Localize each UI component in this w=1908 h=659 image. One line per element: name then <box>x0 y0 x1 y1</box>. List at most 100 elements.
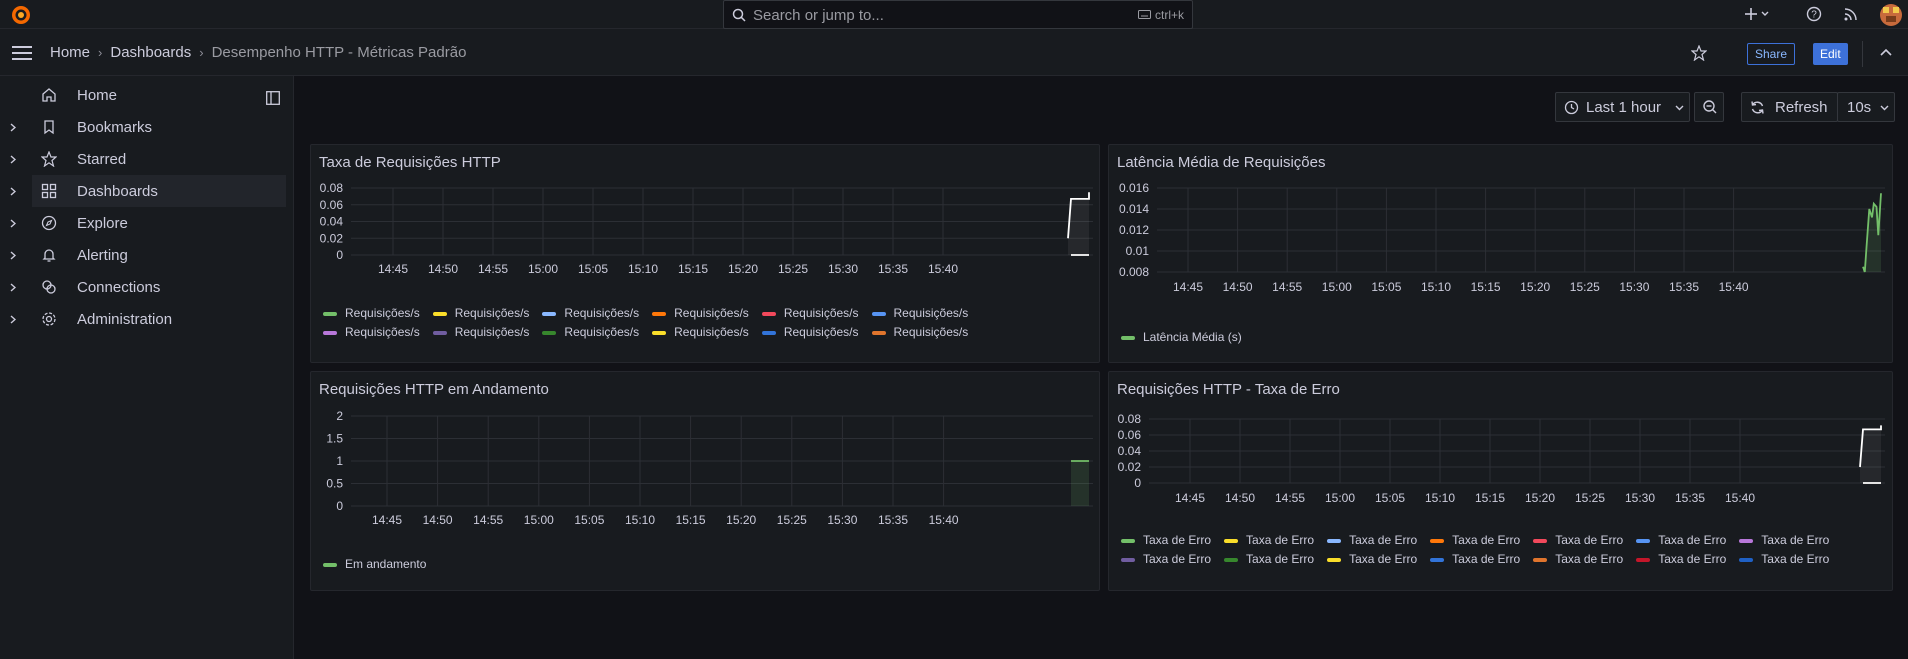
x-tick-label: 15:40 <box>928 262 958 276</box>
x-tick-label: 15:35 <box>1669 280 1699 294</box>
news-feed-icon[interactable] <box>1843 6 1859 22</box>
y-tick-label: 0 <box>336 248 343 262</box>
legend-label: Requisições/s <box>674 306 749 320</box>
legend-swatch <box>1533 538 1548 543</box>
sidebar-item-dashboards[interactable]: Dashboards <box>32 175 286 207</box>
chevron-right-icon[interactable] <box>10 219 16 228</box>
sidebar-item-administration[interactable]: Administration <box>0 303 294 335</box>
search-shortcut: ctrl+k <box>1137 8 1184 22</box>
user-avatar[interactable] <box>1880 4 1902 26</box>
refresh-label: Refresh <box>1775 99 1828 116</box>
legend-item[interactable]: Taxa de Erro <box>1121 533 1211 547</box>
legend-item[interactable]: Taxa de Erro <box>1121 552 1211 566</box>
sidebar-item-alerting[interactable]: Alerting <box>0 239 294 271</box>
legend-swatch <box>1739 557 1754 562</box>
chevron-right-icon[interactable] <box>10 251 16 260</box>
legend-item[interactable]: Taxa de Erro <box>1739 552 1829 566</box>
chevron-right-icon[interactable] <box>10 123 16 132</box>
legend-item[interactable]: Latência Média (s) <box>1121 330 1242 344</box>
sidebar-item-connections[interactable]: Connections <box>0 271 294 303</box>
x-tick-label: 14:45 <box>1175 491 1205 505</box>
chevron-right-icon[interactable] <box>10 283 16 292</box>
panel-request-rate[interactable]: Taxa de Requisições HTTP 0 0.02 0.04 0.06 0.… <box>310 144 1100 363</box>
help-icon[interactable]: ? <box>1806 6 1822 22</box>
y-tick-label: 0.016 <box>1119 181 1149 195</box>
legend-item[interactable]: Taxa de Erro <box>1430 533 1520 547</box>
share-button[interactable]: Share <box>1747 43 1796 65</box>
clock-icon <box>1564 100 1579 115</box>
legend-item[interactable]: Taxa de Erro <box>1533 552 1623 566</box>
panel-error-rate[interactable]: Requisições HTTP - Taxa de Erro 0 0.02 0.0… <box>1108 371 1893 591</box>
star-icon <box>41 151 57 167</box>
breadcrumb-dashboards[interactable]: Dashboards <box>110 44 191 61</box>
legend-item[interactable]: Taxa de Erro <box>1430 552 1520 566</box>
legend-item[interactable]: Taxa de Erro <box>1224 533 1314 547</box>
legend-item[interactable]: Taxa de Erro <box>1533 533 1623 547</box>
search-input[interactable]: Search or jump to... ctrl+k <box>723 0 1193 29</box>
grafana-logo-icon[interactable] <box>10 4 32 26</box>
y-tick-label: 0.06 <box>320 198 344 212</box>
avatar-icon <box>1883 7 1899 22</box>
sidebar-item-explore[interactable]: Explore <box>0 207 294 239</box>
chevron-right-icon[interactable] <box>10 187 16 196</box>
refresh-button[interactable]: Refresh <box>1741 92 1838 122</box>
legend-item[interactable]: Taxa de Erro <box>1327 552 1417 566</box>
sidebar-item-bookmarks[interactable]: Bookmarks <box>0 111 294 143</box>
legend-item[interactable]: Taxa de Erro <box>1327 533 1417 547</box>
mark-favorite-icon[interactable] <box>1691 45 1707 61</box>
chevron-right-icon[interactable] <box>10 315 16 324</box>
zoom-out-button[interactable] <box>1694 92 1724 122</box>
legend-item[interactable]: Taxa de Erro <box>1739 533 1829 547</box>
legend-item[interactable]: Requisições/s <box>323 325 420 339</box>
sidebar-item-home[interactable]: Home <box>0 79 294 111</box>
legend-item[interactable]: Requisições/s <box>871 325 968 339</box>
x-tick-label: 14:55 <box>478 262 508 276</box>
legend-item[interactable]: Taxa de Erro <box>1224 552 1314 566</box>
panel-avg-latency[interactable]: Latência Média de Requisições 0.008 0.01 0… <box>1108 144 1893 363</box>
x-tick-label: 14:50 <box>428 262 458 276</box>
y-tick-label: 2 <box>336 409 343 423</box>
chevron-right-icon[interactable] <box>10 155 16 164</box>
sidebar-item-label: Administration <box>77 311 173 328</box>
legend-item[interactable]: Requisições/s <box>761 325 859 339</box>
legend-item[interactable]: Requisições/s <box>432 306 529 320</box>
x-tick-label: 15:05 <box>574 513 604 527</box>
legend-item[interactable]: Requisições/s <box>871 306 968 320</box>
breadcrumb-home[interactable]: Home <box>50 44 90 61</box>
sidebar-item-starred[interactable]: Starred <box>0 143 294 175</box>
legend-row: Taxa de Erro Taxa de Erro Taxa de Erro Taxa… <box>1121 533 1842 547</box>
add-new-icon[interactable] <box>1744 6 1774 22</box>
legend-swatch <box>1327 538 1342 543</box>
time-range-picker[interactable]: Last 1 hour <box>1555 92 1690 122</box>
legend-label: Requisições/s <box>345 306 420 320</box>
chevron-right-icon: › <box>199 45 204 60</box>
legend-row: Em andamento <box>323 557 439 571</box>
edit-button[interactable]: Edit <box>1813 43 1848 65</box>
legend-item[interactable]: Em andamento <box>323 557 426 571</box>
legend-item[interactable]: Requisições/s <box>432 325 529 339</box>
legend-swatch <box>652 330 667 335</box>
shortcut-label: ctrl+k <box>1154 8 1184 22</box>
legend-item[interactable]: Taxa de Erro <box>1636 533 1726 547</box>
legend-item[interactable]: Taxa de Erro <box>1636 552 1726 566</box>
legend-swatch <box>323 311 337 316</box>
x-tick-label: 15:20 <box>1525 491 1555 505</box>
legend-item[interactable]: Requisições/s <box>652 306 749 320</box>
y-tick-label: 0.014 <box>1119 202 1149 216</box>
legend-swatch <box>652 311 667 316</box>
legend-item[interactable]: Requisições/s <box>761 306 859 320</box>
chevron-up-icon[interactable] <box>1880 48 1892 56</box>
x-tick-label: 15:25 <box>777 513 807 527</box>
legend-item[interactable]: Requisições/s <box>323 306 420 320</box>
panel-in-progress[interactable]: Requisições HTTP em Andamento 0 0.5 1 1.5 2 1… <box>310 371 1100 591</box>
legend-item[interactable]: Requisições/s <box>652 325 749 339</box>
legend-item[interactable]: Requisições/s <box>542 306 639 320</box>
axis-group: 0.008 0.01 0.012 0.014 0.016 14:45 14:50 14:55 1… <box>1119 181 1885 294</box>
menu-icon[interactable] <box>12 46 32 60</box>
refresh-interval-picker[interactable]: 10s <box>1837 92 1895 122</box>
keyboard-icon <box>1137 10 1151 19</box>
x-tick-label: 15:30 <box>827 513 857 527</box>
x-tick-label: 14:50 <box>1225 491 1255 505</box>
legend-item[interactable]: Requisições/s <box>542 325 639 339</box>
search-icon <box>732 8 746 22</box>
